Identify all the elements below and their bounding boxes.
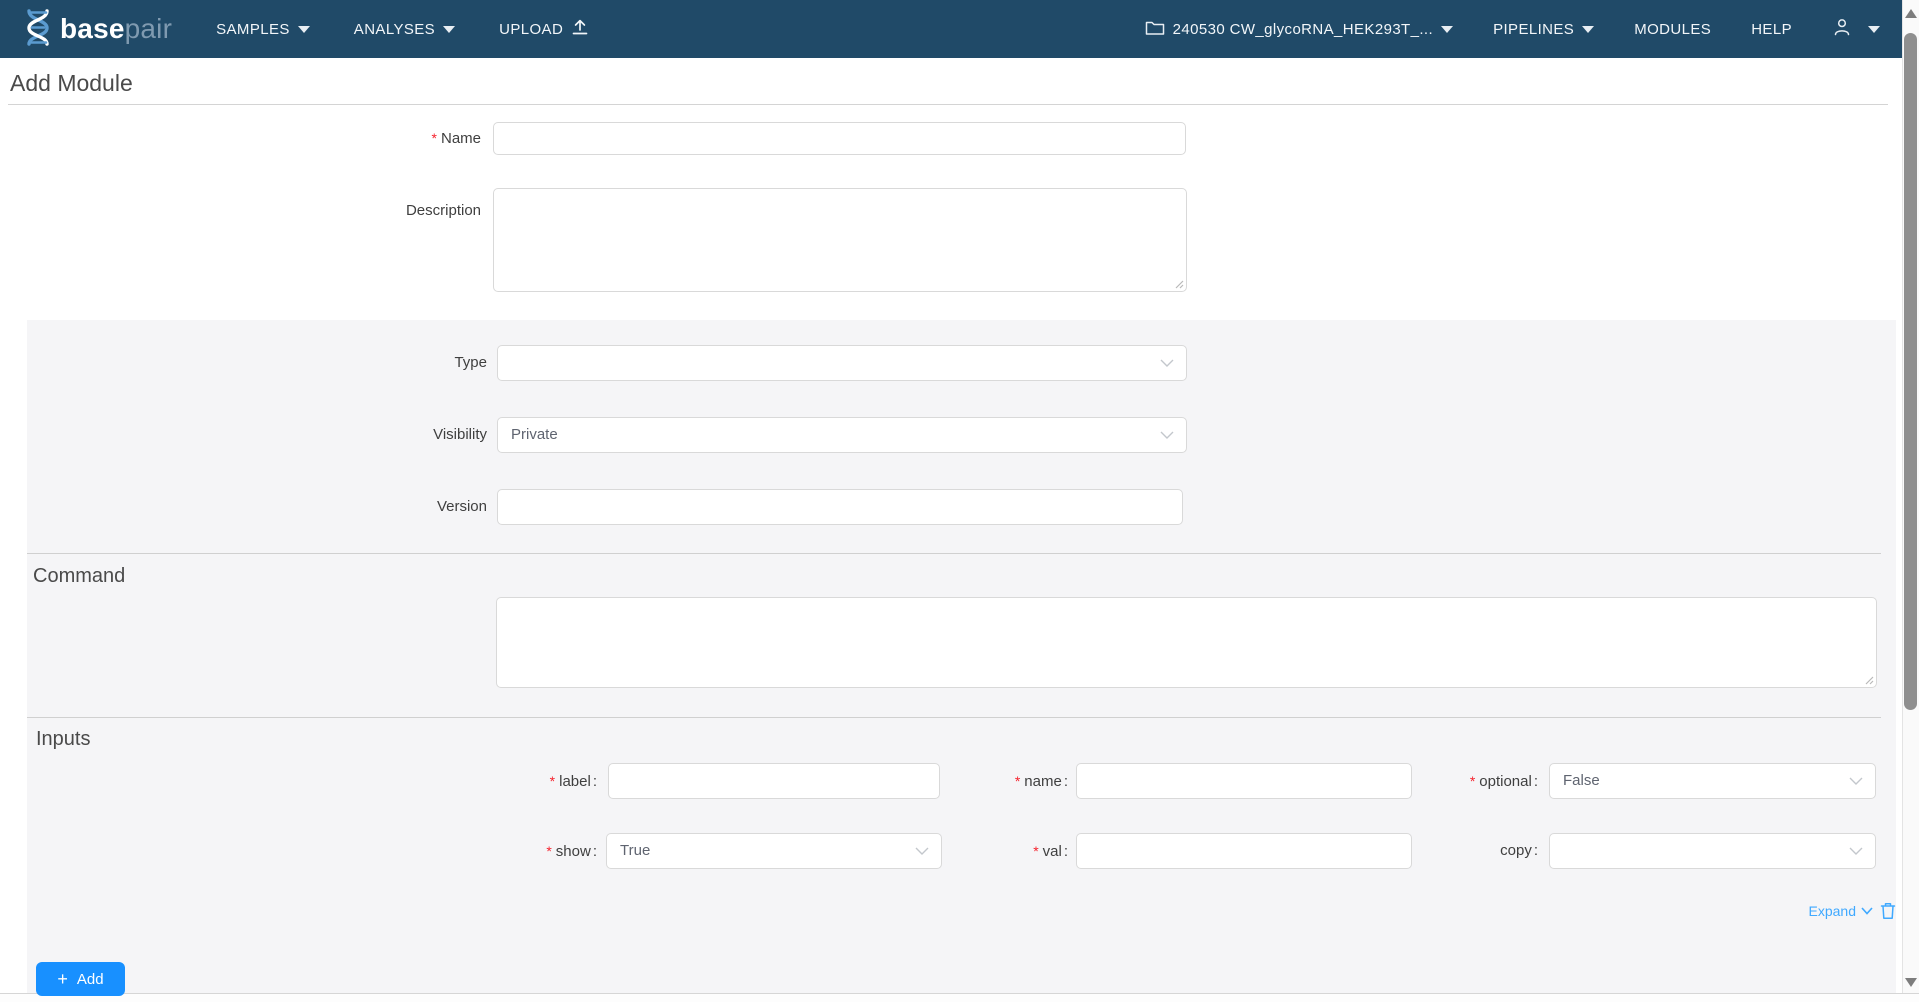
delete-input-button[interactable]: [1880, 902, 1896, 920]
required-asterisk: *: [1470, 773, 1475, 789]
input-optional-label: *optional:: [1340, 763, 1538, 800]
input-label-field[interactable]: [608, 763, 940, 799]
visibility-label: Visibility: [300, 417, 487, 453]
project-selector[interactable]: 240530 CW_glycoRNA_HEK293T_...: [1145, 19, 1453, 40]
chevron-down-icon: [1849, 847, 1863, 855]
nav-pipelines[interactable]: PIPELINES: [1493, 21, 1594, 38]
vertical-scrollbar[interactable]: [1902, 0, 1919, 993]
plus-icon: +: [57, 970, 68, 988]
chevron-down-icon: [1441, 26, 1453, 33]
required-asterisk: *: [432, 130, 437, 146]
nav-pipelines-label: PIPELINES: [1493, 21, 1574, 38]
brand-text: basepair: [60, 13, 172, 45]
scrollbar-thumb[interactable]: [1904, 33, 1917, 710]
version-label: Version: [300, 489, 487, 525]
expand-label: Expand: [1809, 903, 1856, 919]
description-label: Description: [300, 201, 481, 221]
inputs-divider: [27, 717, 1881, 718]
command-textarea[interactable]: [496, 597, 1877, 688]
nav-analyses-label: ANALYSES: [354, 21, 435, 38]
nav-samples[interactable]: SAMPLES: [216, 21, 310, 38]
command-divider: [27, 553, 1881, 554]
input-copy-label: copy:: [1340, 833, 1538, 869]
nav-samples-label: SAMPLES: [216, 21, 290, 38]
input-copy-select[interactable]: [1549, 833, 1876, 869]
dna-helix-icon: [22, 7, 54, 52]
top-navbar: basepair SAMPLES ANALYSES UPLOAD: [0, 0, 1902, 58]
chevron-down-icon: [1160, 359, 1174, 367]
required-asterisk: *: [1015, 773, 1020, 789]
name-input[interactable]: [493, 122, 1186, 155]
trash-icon: [1880, 902, 1896, 920]
nav-modules[interactable]: MODULES: [1634, 21, 1711, 38]
version-input[interactable]: [497, 489, 1183, 525]
add-button-label: Add: [77, 971, 104, 988]
brand-light: pair: [125, 13, 173, 44]
input-show-select[interactable]: True: [606, 833, 942, 869]
expand-link[interactable]: Expand: [1809, 903, 1873, 919]
user-menu[interactable]: [1832, 17, 1880, 41]
command-section-title: Command: [33, 565, 125, 588]
nav-help-label: HELP: [1751, 21, 1792, 38]
page-title: Add Module: [10, 70, 133, 97]
nav-analyses[interactable]: ANALYSES: [354, 21, 455, 38]
nav-upload-label: UPLOAD: [499, 21, 563, 38]
add-input-button[interactable]: + Add: [36, 962, 125, 996]
input-optional-select[interactable]: False: [1549, 763, 1876, 799]
brand-bold: base: [60, 13, 125, 44]
app-window: basepair SAMPLES ANALYSES UPLOAD: [0, 0, 1919, 1002]
chevron-down-icon: [1849, 777, 1863, 785]
user-icon: [1832, 17, 1852, 41]
scroll-down-arrow-icon[interactable]: [1905, 978, 1917, 987]
nav-help[interactable]: HELP: [1751, 21, 1792, 38]
basepair-logo[interactable]: basepair: [22, 7, 172, 52]
name-label: *Name: [300, 122, 481, 155]
required-asterisk: *: [1033, 843, 1038, 859]
title-divider: [8, 104, 1888, 105]
nav-upload[interactable]: UPLOAD: [499, 18, 589, 40]
resize-handle-icon[interactable]: [1864, 675, 1874, 685]
project-name: 240530 CW_glycoRNA_HEK293T_...: [1173, 21, 1433, 38]
chevron-down-icon: [1160, 431, 1174, 439]
folder-icon: [1145, 19, 1165, 40]
upload-icon: [571, 18, 589, 40]
window-bottom-edge: [0, 993, 1919, 1002]
nav-modules-label: MODULES: [1634, 21, 1711, 38]
chevron-down-icon: [298, 26, 310, 33]
required-asterisk: *: [550, 773, 555, 789]
scroll-up-arrow-icon[interactable]: [1905, 9, 1917, 18]
chevron-down-icon: [1861, 907, 1873, 915]
description-textarea[interactable]: [493, 188, 1187, 292]
resize-handle-icon[interactable]: [1174, 279, 1184, 289]
required-asterisk: *: [546, 843, 551, 859]
input-val-label: *val:: [900, 833, 1068, 870]
type-label: Type: [300, 345, 487, 381]
inputs-section-title: Inputs: [36, 728, 90, 751]
chevron-down-icon: [1868, 26, 1880, 33]
input-show-label: *show:: [430, 833, 597, 870]
visibility-select[interactable]: Private: [497, 417, 1187, 453]
type-select[interactable]: [497, 345, 1187, 381]
input-name-label: *name:: [900, 763, 1068, 800]
chevron-down-icon: [1582, 26, 1594, 33]
chevron-down-icon: [443, 26, 455, 33]
input-label-label: *label:: [430, 763, 597, 800]
